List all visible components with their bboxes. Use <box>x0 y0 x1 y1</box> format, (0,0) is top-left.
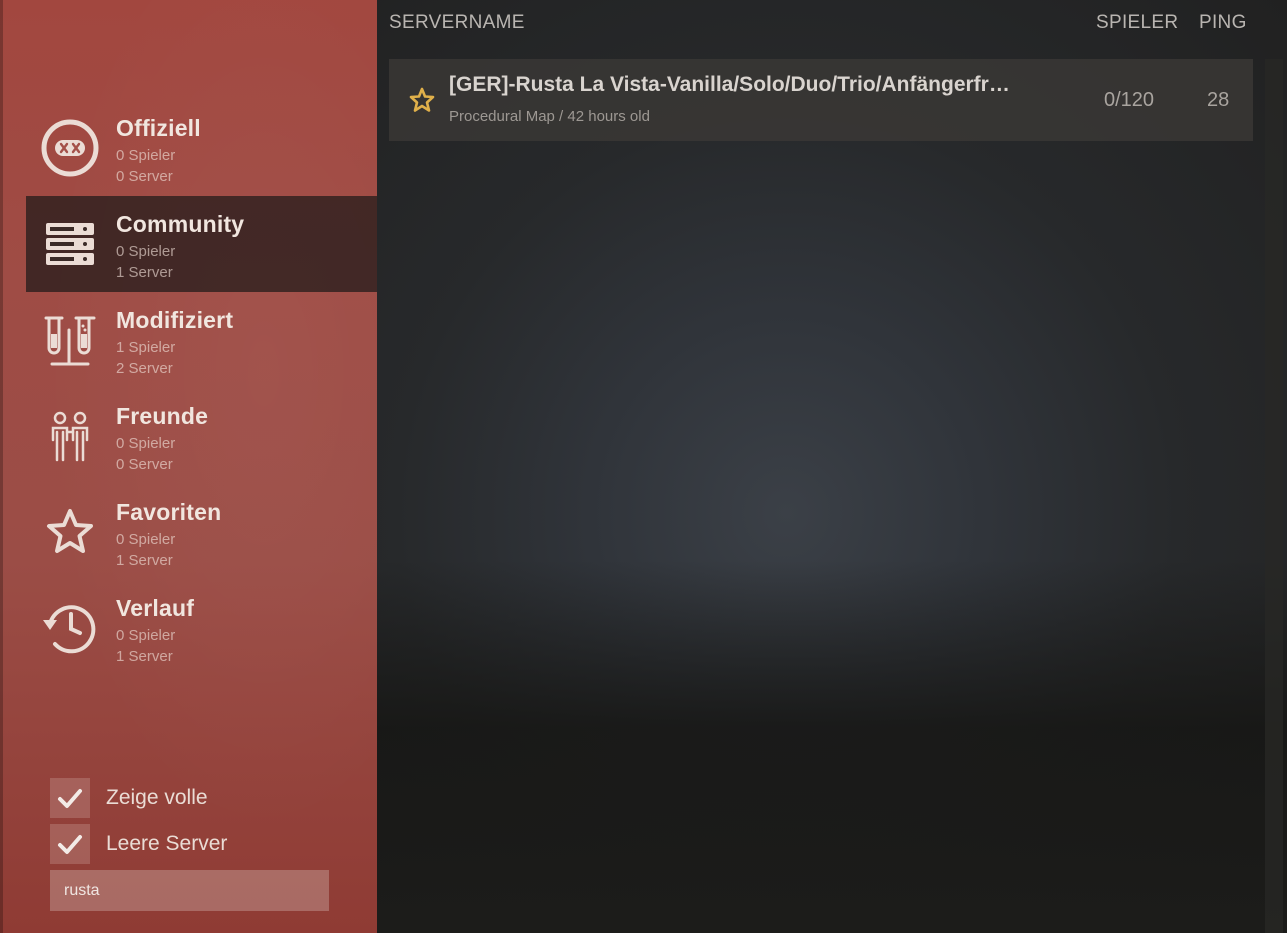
category-name: Modifiziert <box>116 307 234 333</box>
category-servers: 2 Server <box>116 360 173 377</box>
category-sidebar: Offiziell 0 Spieler 0 Server Community 0… <box>0 0 377 933</box>
search-input[interactable] <box>50 870 329 911</box>
server-meta: Procedural Map / 42 hours old <box>449 108 650 125</box>
server-title: [GER]-Rusta La Vista-Vanilla/Solo/Duo/Tr… <box>449 73 1019 96</box>
server-rack-icon <box>40 214 100 274</box>
category-verlauf[interactable]: Verlauf 0 Spieler 1 Server <box>26 580 377 676</box>
category-servers: 0 Server <box>116 456 173 473</box>
star-icon <box>40 502 100 562</box>
server-ping: 28 <box>1207 89 1230 111</box>
sidebar-edge <box>0 0 3 933</box>
show-full-checkbox[interactable] <box>50 778 90 818</box>
category-servers: 1 Server <box>116 264 173 281</box>
category-name: Offiziell <box>116 115 201 141</box>
category-players: 0 Spieler <box>116 243 176 260</box>
category-servers: 1 Server <box>116 552 173 569</box>
column-header-players[interactable]: SPIELER <box>1096 12 1178 34</box>
category-players: 0 Spieler <box>116 627 176 644</box>
empty-servers-checkbox[interactable] <box>50 824 90 864</box>
category-players: 0 Spieler <box>116 435 176 452</box>
category-name: Verlauf <box>116 595 195 621</box>
category-favoriten[interactable]: Favoriten 0 Spieler 1 Server <box>26 484 377 580</box>
history-icon <box>40 598 100 658</box>
category-name: Freunde <box>116 403 209 429</box>
category-modifiziert[interactable]: Modifiziert 1 Spieler 2 Server <box>26 292 377 388</box>
scrollbar[interactable] <box>1265 59 1283 933</box>
category-players: 1 Spieler <box>116 339 176 356</box>
category-players: 0 Spieler <box>116 531 176 548</box>
category-offiziell[interactable]: Offiziell 0 Spieler 0 Server <box>26 100 377 196</box>
category-servers: 0 Server <box>116 168 173 185</box>
rust-logo-icon <box>40 118 100 178</box>
show-full-label[interactable]: Zeige volle <box>106 786 208 810</box>
friends-icon <box>40 406 100 466</box>
column-header-ping[interactable]: PING <box>1199 12 1247 34</box>
column-header-servername[interactable]: SERVERNAME <box>389 12 525 34</box>
background-shade <box>377 560 1287 933</box>
empty-servers-label[interactable]: Leere Server <box>106 832 227 856</box>
favorite-star-icon[interactable] <box>408 86 436 114</box>
category-name: Community <box>116 211 245 237</box>
category-players: 0 Spieler <box>116 147 176 164</box>
checkmark-icon <box>58 835 82 854</box>
category-servers: 1 Server <box>116 648 173 665</box>
server-players: 0/120 <box>1104 89 1155 111</box>
checkmark-icon <box>58 789 82 808</box>
category-freunde[interactable]: Freunde 0 Spieler 0 Server <box>26 388 377 484</box>
server-row[interactable]: [GER]-Rusta La Vista-Vanilla/Solo/Duo/Tr… <box>389 59 1253 141</box>
category-community[interactable]: Community 0 Spieler 1 Server <box>26 196 377 292</box>
test-tubes-icon <box>40 310 100 370</box>
category-name: Favoriten <box>116 499 222 525</box>
